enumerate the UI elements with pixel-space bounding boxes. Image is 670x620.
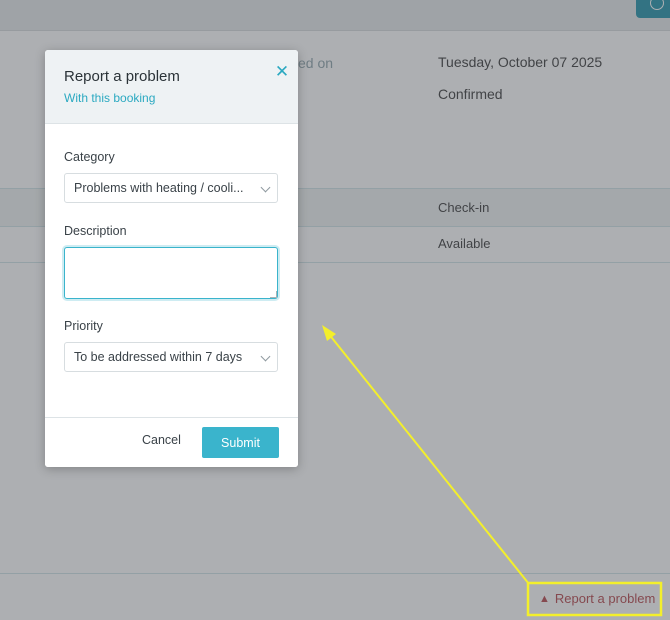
priority-select[interactable]: To be addressed within 7 days xyxy=(64,342,278,372)
priority-label: Priority xyxy=(64,319,103,333)
resize-grip-icon[interactable] xyxy=(270,291,277,298)
report-problem-dialog: Report a problem With this booking ✕ Cat… xyxy=(45,50,298,467)
chevron-down-icon xyxy=(260,182,271,193)
chevron-down-icon xyxy=(260,351,271,362)
category-label: Category xyxy=(64,150,115,164)
close-icon[interactable]: ✕ xyxy=(274,63,290,80)
submit-button[interactable]: Submit xyxy=(202,427,279,458)
dialog-title: Report a problem xyxy=(64,68,180,85)
description-label: Description xyxy=(64,224,127,238)
category-select[interactable]: Problems with heating / cooli... xyxy=(64,173,278,203)
description-textarea[interactable] xyxy=(64,247,278,299)
dialog-header: Report a problem With this booking ✕ xyxy=(45,50,298,124)
cancel-button[interactable]: Cancel xyxy=(142,433,181,447)
dialog-subtitle: With this booking xyxy=(64,91,156,105)
category-value: Problems with heating / cooli... xyxy=(74,181,244,195)
priority-value: To be addressed within 7 days xyxy=(74,350,243,364)
dialog-footer: Cancel Submit xyxy=(45,417,298,467)
